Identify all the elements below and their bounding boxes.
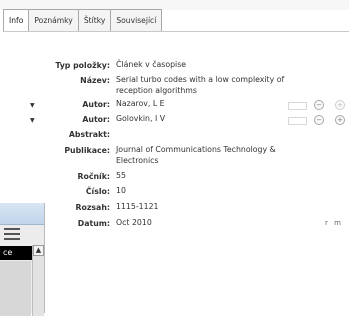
- volume-label: Ročník:: [77, 172, 110, 181]
- background-scrollbar[interactable]: ▲: [32, 245, 44, 316]
- creator-mode-switch[interactable]: [288, 102, 307, 110]
- background-list-area: [0, 261, 31, 316]
- tab-bar: Info Poznámky Štítky Související: [3, 9, 163, 32]
- background-window: ce ▲: [0, 203, 45, 316]
- background-window-titlebar: [0, 203, 44, 225]
- publication-value-line2[interactable]: Electronics: [116, 155, 159, 166]
- background-selected-cell[interactable]: ce: [0, 246, 34, 260]
- remove-creator-icon[interactable]: −: [314, 115, 324, 125]
- publication-label: Publikace:: [64, 146, 110, 155]
- date-format-indicator: r m: [325, 219, 343, 227]
- pages-value[interactable]: 1115-1121: [116, 201, 159, 212]
- remove-creator-icon[interactable]: −: [314, 100, 324, 110]
- abstract-label: Abstrakt:: [68, 130, 110, 139]
- tab-tags[interactable]: Štítky: [78, 9, 112, 32]
- tab-divider: [3, 31, 349, 32]
- tab-notes[interactable]: Poznámky: [29, 9, 79, 32]
- item-type-value[interactable]: Článek v časopise: [116, 59, 186, 70]
- author2-value[interactable]: Golovkin, I V: [116, 113, 165, 124]
- title-value-line1[interactable]: Serial turbo codes with a low complexity…: [116, 74, 284, 85]
- title-value-line2[interactable]: reception algorithms: [116, 85, 197, 96]
- issue-label: Číslo:: [85, 187, 110, 196]
- issue-value[interactable]: 10: [116, 185, 126, 196]
- author2-label[interactable]: Autor:: [0, 115, 110, 124]
- volume-value[interactable]: 55: [116, 170, 126, 181]
- publication-value-line1[interactable]: Journal of Communications Technology &: [116, 144, 276, 155]
- author1-value[interactable]: Nazarov, L E: [116, 98, 165, 109]
- abstract-value[interactable]: [116, 128, 316, 139]
- creator-mode-switch[interactable]: [288, 117, 307, 125]
- author1-label[interactable]: Autor:: [0, 100, 110, 109]
- add-creator-icon[interactable]: +: [335, 100, 345, 110]
- scroll-up-icon[interactable]: ▲: [33, 245, 44, 256]
- title-label: Název:: [80, 76, 110, 85]
- tab-info[interactable]: Info: [3, 9, 30, 32]
- date-value[interactable]: Oct 2010: [116, 217, 152, 228]
- add-creator-icon[interactable]: +: [335, 115, 345, 125]
- menu-icon[interactable]: [4, 228, 20, 240]
- item-type-label: Typ položky:: [55, 61, 110, 70]
- tab-related[interactable]: Související: [111, 9, 163, 32]
